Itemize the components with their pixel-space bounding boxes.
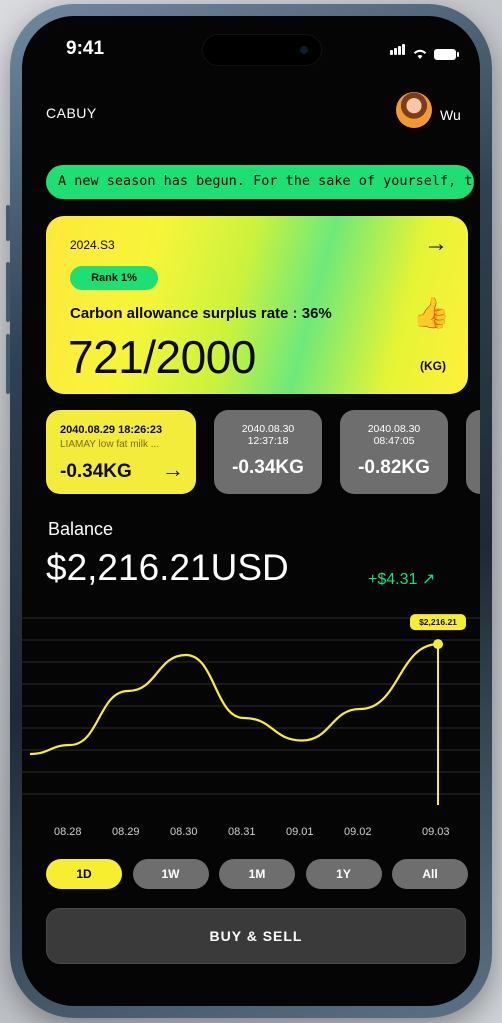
- balance-change: +$4.31 ↗: [368, 571, 436, 588]
- transaction-amount: -0.82KG: [358, 457, 430, 478]
- rank-badge: Rank 1%: [70, 266, 158, 290]
- avatar[interactable]: [396, 92, 432, 128]
- balance-label: Balance: [48, 519, 114, 539]
- period-button-1d[interactable]: 1D: [46, 859, 122, 889]
- surplus-rate: Carbon allowance surplus rate : 36%: [70, 305, 332, 322]
- wifi-icon: [413, 49, 427, 59]
- period-button-all[interactable]: All: [392, 859, 468, 889]
- chart-tooltip-label: $2,216.21: [419, 617, 457, 627]
- transaction-card-partial[interactable]: [466, 410, 480, 494]
- status-time: 9:41: [66, 38, 105, 59]
- chart-x-tick-label: 09.02: [344, 826, 372, 838]
- chart-series-line: [29, 643, 439, 756]
- camera-icon: [300, 46, 308, 54]
- transaction-time: 12:37:18: [247, 435, 289, 447]
- phone-volume-up-button: [6, 262, 10, 322]
- balance-value: $2,216.21USD: [46, 547, 289, 588]
- transaction-date: 2040.08.30: [241, 423, 295, 435]
- chart-grid: [22, 617, 480, 795]
- battery-icon: [434, 49, 459, 60]
- announcement-ticker[interactable]: A new season has begun. For the sake of …: [46, 165, 474, 199]
- app-title: CABUY: [46, 105, 97, 121]
- buy-sell-button[interactable]: BUY & SELL: [46, 908, 466, 964]
- season-label: 2024.S3: [70, 238, 115, 252]
- transaction-note: LIAMAY low fat milk ...: [60, 439, 160, 450]
- period-button-1m[interactable]: 1M: [219, 859, 295, 889]
- thumbs-up-icon: 👍: [412, 297, 450, 330]
- chart-x-tick-label: 08.31: [228, 826, 256, 838]
- transaction-datetime: 2040.08.30 08:47:05: [340, 423, 448, 447]
- balance-chart[interactable]: $2,216.21: [22, 600, 480, 820]
- signal-icon: [390, 42, 406, 60]
- chart-x-tick-label: 08.28: [54, 826, 82, 838]
- chart-cursor-dot: [433, 639, 443, 650]
- carbon-unit: (KG): [420, 359, 446, 373]
- announcement-text: A new season has begun. For the sake of …: [58, 173, 474, 189]
- transaction-time: 08:47:05: [373, 435, 415, 447]
- chart-x-tick-label: 08.30: [170, 826, 198, 838]
- transaction-card[interactable]: 2040.08.30 08:47:05 -0.82KG: [340, 410, 448, 494]
- arrow-right-icon[interactable]: →: [162, 457, 184, 483]
- phone-side-button: [6, 205, 10, 241]
- transaction-date: 2040.08.30: [367, 423, 421, 435]
- transaction-amount: -0.34KG: [232, 457, 304, 478]
- transaction-card-active[interactable]: 2040.08.29 18:26:23 LIAMAY low fat milk …: [46, 410, 196, 494]
- status-icons: [390, 42, 459, 60]
- carbon-allowance-value: 721/2000: [68, 331, 256, 383]
- season-card[interactable]: 2024.S3 → Rank 1% Carbon allowance surpl…: [46, 216, 468, 394]
- transaction-datetime: 2040.08.30 12:37:18: [214, 423, 322, 447]
- transaction-amount: -0.34KG: [60, 461, 132, 482]
- phone-screen: 9:41 CABUY Wu A new season has begun. Fo…: [22, 16, 480, 1006]
- arrow-right-icon[interactable]: →: [424, 230, 448, 258]
- transaction-card[interactable]: 2040.08.30 12:37:18 -0.34KG: [214, 410, 322, 494]
- user-name[interactable]: Wu: [440, 107, 461, 123]
- chart-x-tick-label: 09.03: [422, 826, 450, 838]
- period-button-1y[interactable]: 1Y: [305, 859, 382, 889]
- transaction-date: 2040.08.29 18:26:23: [60, 424, 163, 436]
- period-button-1w[interactable]: 1W: [132, 859, 209, 889]
- phone-volume-down-button: [6, 334, 10, 394]
- chart-x-tick-label: 08.29: [112, 826, 140, 838]
- chart-x-tick-label: 09.01: [286, 826, 314, 838]
